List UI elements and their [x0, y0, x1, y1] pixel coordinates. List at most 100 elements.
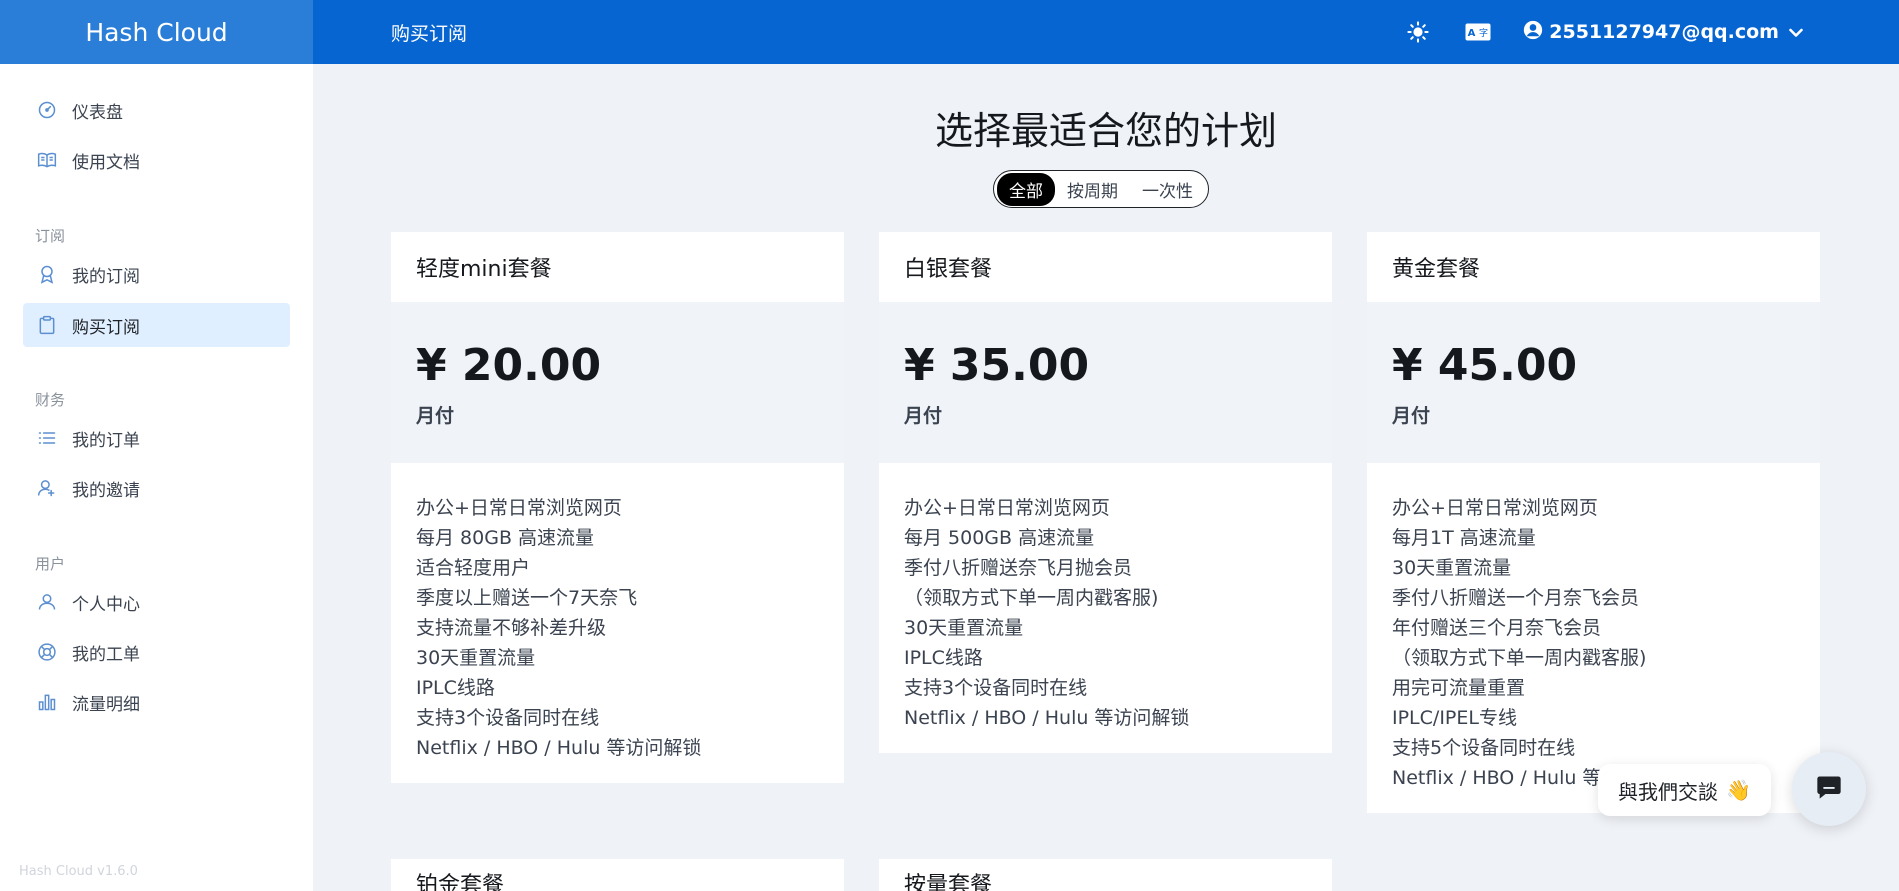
plan-feature: 支持3个设备同时在线	[904, 677, 1088, 699]
plan-feature: Netflix / HBO / Hulu 等访问解锁	[904, 707, 1190, 729]
plan-feature: 30天重置流量	[904, 617, 1024, 639]
list-icon	[35, 426, 59, 450]
user-invite-icon	[35, 476, 59, 500]
sidebar: 仪表盘 使用文档 订阅 我的订阅 购买订阅 财务 我的订单 我的邀请 用户 个人…	[0, 64, 313, 891]
plan-feature: 支持5个设备同时在线	[1392, 737, 1576, 759]
plan-feature: IPLC线路	[416, 677, 495, 699]
sidebar-item-docs[interactable]: 使用文档	[23, 138, 290, 182]
user-menu[interactable]: 2551127947@qq.com	[1523, 20, 1803, 45]
plan-price-block: ¥ 20.00 月付	[391, 302, 844, 463]
plan-feature: 季度以上赠送一个7天奈飞	[416, 587, 638, 609]
plan-name: 白银套餐	[904, 257, 993, 282]
filter-all[interactable]: 全部	[997, 172, 1055, 206]
page-heading: 购买订阅	[391, 22, 468, 45]
plan-price-block: ¥ 35.00 月付	[879, 302, 1332, 463]
plan-features: 办公+日常日常浏览网页 每月1T 高速流量 30天重置流量 季付八折赠送一个月奈…	[1367, 463, 1820, 813]
translate-icon[interactable]: A字	[1463, 17, 1493, 47]
sidebar-item-label: 仪表盘	[72, 102, 123, 123]
plan-feature: 每月 80GB 高速流量	[416, 527, 595, 549]
plan-feature: IPLC线路	[904, 647, 983, 669]
sidebar-item-my-subscription[interactable]: 我的订阅	[23, 252, 290, 296]
chat-prompt-bubble[interactable]: 與我們交談 👋	[1598, 764, 1771, 816]
filter-one-time[interactable]: 一次性	[1130, 173, 1205, 206]
sidebar-item-my-invites[interactable]: 我的邀请	[23, 466, 290, 510]
user-circle-icon	[1523, 20, 1543, 45]
plan-card[interactable]: 白银套餐 ¥ 35.00 月付 办公+日常日常浏览网页 每月 500GB 高速流…	[879, 232, 1332, 753]
plan-feature: 办公+日常日常浏览网页	[416, 497, 622, 519]
sidebar-item-dashboard[interactable]: 仪表盘	[23, 88, 290, 132]
plan-name: 按量套餐	[904, 873, 993, 891]
plan-card[interactable]: 轻度mini套餐 ¥ 20.00 月付 办公+日常日常浏览网页 每月 80GB …	[391, 232, 844, 783]
section-label-finance: 财务	[35, 391, 66, 409]
plan-features: 办公+日常日常浏览网页 每月 500GB 高速流量 季付八折赠送奈飞月抛会员 （…	[879, 463, 1332, 753]
chat-launcher-button[interactable]	[1792, 752, 1866, 826]
sidebar-item-label: 使用文档	[72, 152, 140, 173]
plan-feature: 季付八折赠送奈飞月抛会员	[904, 557, 1133, 579]
plan-filter-toggle: 全部 按周期 一次性	[993, 170, 1209, 208]
sidebar-item-label: 购买订阅	[72, 317, 140, 338]
chevron-down-icon	[1789, 21, 1803, 43]
brand-logo[interactable]: Hash Cloud	[0, 0, 313, 64]
plan-price: ¥ 20.00	[416, 340, 602, 391]
plan-feature: 年付赠送三个月奈飞会员	[1392, 617, 1602, 639]
plan-features: 办公+日常日常浏览网页 每月 80GB 高速流量 适合轻度用户 季度以上赠送一个…	[391, 463, 844, 783]
svg-text:A: A	[1468, 28, 1476, 39]
clipboard-icon	[35, 313, 59, 337]
plan-feature: 办公+日常日常浏览网页	[1392, 497, 1598, 519]
sidebar-item-traffic[interactable]: 流量明细	[23, 680, 290, 724]
user-icon	[35, 590, 59, 614]
top-actions: A字 2551127947@qq.com	[1373, 17, 1803, 47]
plan-period: 月付	[1392, 405, 1431, 427]
plan-feature: 30天重置流量	[416, 647, 536, 669]
sun-icon[interactable]	[1403, 17, 1433, 47]
dashboard-icon	[35, 98, 59, 122]
plan-name: 轻度mini套餐	[416, 257, 552, 282]
page-title: 选择最适合您的计划	[934, 109, 1277, 153]
wave-icon: 👋	[1726, 778, 1751, 802]
user-email: 2551127947@qq.com	[1549, 21, 1779, 43]
section-label-subscription: 订阅	[35, 227, 66, 245]
sidebar-item-label: 我的订阅	[72, 266, 140, 287]
plan-feature: 季付八折赠送一个月奈飞会员	[1392, 587, 1640, 609]
plan-price: ¥ 45.00	[1392, 340, 1578, 391]
sidebar-item-buy-subscription[interactable]: 购买订阅	[23, 303, 290, 347]
bar-chart-icon	[35, 690, 59, 714]
plan-feature: 30天重置流量	[1392, 557, 1512, 579]
chat-prompt-label: 與我們交談	[1618, 779, 1718, 804]
filter-by-period[interactable]: 按周期	[1055, 173, 1130, 206]
plan-period: 月付	[416, 405, 455, 427]
plan-feature: 支持流量不够补差升级	[416, 617, 607, 639]
sidebar-item-label: 个人中心	[72, 594, 140, 615]
sidebar-item-label: 我的工单	[72, 644, 140, 665]
sidebar-item-profile[interactable]: 个人中心	[23, 580, 290, 624]
plan-period: 月付	[904, 405, 943, 427]
top-bar: 购买订阅 A字 2551127947@qq.com	[313, 0, 1899, 64]
sidebar-item-label: 我的订单	[72, 430, 140, 451]
plan-feature: 办公+日常日常浏览网页	[904, 497, 1110, 519]
plan-card-partial[interactable]: 铂金套餐	[391, 859, 844, 891]
plan-name: 铂金套餐	[416, 873, 505, 891]
sidebar-item-label: 我的邀请	[72, 480, 140, 501]
plan-card-partial[interactable]: 按量套餐	[879, 859, 1332, 891]
plan-feature: 每月1T 高速流量	[1392, 527, 1536, 549]
svg-text:字: 字	[1479, 27, 1488, 39]
plan-feature: （领取方式下单一周内戳客服)	[904, 587, 1159, 609]
chat-icon	[1815, 773, 1843, 805]
sidebar-item-tickets[interactable]: 我的工单	[23, 630, 290, 674]
plan-feature: Netflix / HBO / Hulu 等访问解锁	[416, 737, 702, 759]
plan-feature: 每月 500GB 高速流量	[904, 527, 1095, 549]
section-label-user: 用户	[35, 555, 66, 573]
sidebar-item-label: 流量明细	[72, 694, 140, 715]
sidebar-item-my-orders[interactable]: 我的订单	[23, 416, 290, 460]
plan-feature: 用完可流量重置	[1392, 677, 1526, 699]
support-icon	[35, 640, 59, 664]
plan-card[interactable]: 黄金套餐 ¥ 45.00 月付 办公+日常日常浏览网页 每月1T 高速流量 30…	[1367, 232, 1820, 813]
plan-feature: 适合轻度用户	[416, 557, 531, 579]
brand-name: Hash Cloud	[85, 17, 228, 47]
badge-icon	[35, 262, 59, 286]
app-version: Hash Cloud v1.6.0	[19, 864, 138, 879]
plan-feature: （领取方式下单一周内戳客服)	[1392, 647, 1647, 669]
plan-price: ¥ 35.00	[904, 340, 1090, 391]
plan-feature: IPLC/IPEL专线	[1392, 707, 1517, 729]
plan-feature: 支持3个设备同时在线	[416, 707, 600, 729]
